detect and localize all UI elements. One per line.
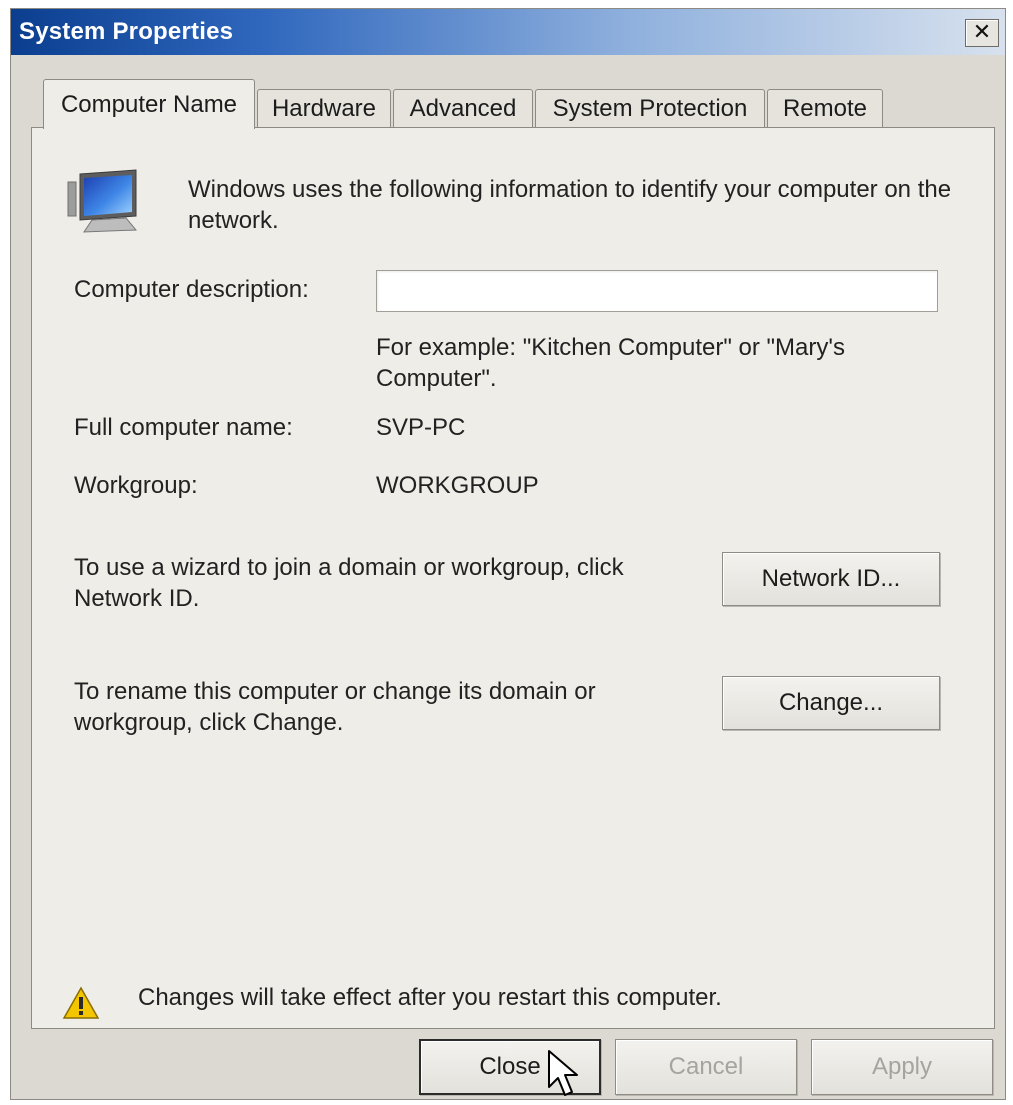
- system-properties-dialog: System Properties ✕ Computer Name Hardwa…: [10, 8, 1006, 1100]
- full-computer-name-value: SVP-PC: [376, 414, 466, 441]
- computer-description-label: Computer description:: [74, 276, 309, 303]
- network-id-instruction: To use a wizard to join a domain or work…: [74, 554, 624, 612]
- tab-advanced[interactable]: Advanced: [393, 89, 533, 127]
- computer-description-input[interactable]: [376, 270, 938, 312]
- close-icon: ✕: [972, 20, 992, 45]
- restart-warning-text: Changes will take effect after you resta…: [138, 984, 722, 1011]
- workgroup-value: WORKGROUP: [376, 472, 539, 499]
- apply-button[interactable]: Apply: [811, 1039, 993, 1095]
- title-bar[interactable]: System Properties ✕: [11, 9, 1005, 55]
- example-hint-text: For example: "Kitchen Computer" or "Mary…: [376, 334, 845, 392]
- tab-hardware[interactable]: Hardware: [257, 89, 391, 127]
- intro-text: Windows uses the following information t…: [188, 176, 952, 234]
- tab-system-protection[interactable]: System Protection: [535, 89, 765, 127]
- window-title: System Properties: [19, 18, 234, 45]
- workgroup-label: Workgroup:: [74, 472, 198, 499]
- computer-name-panel: Windows uses the following information t…: [31, 127, 995, 1029]
- tab-remote[interactable]: Remote: [767, 89, 883, 127]
- change-button[interactable]: Change...: [722, 676, 940, 730]
- full-computer-name-label: Full computer name:: [74, 414, 293, 441]
- network-id-button[interactable]: Network ID...: [722, 552, 940, 606]
- tab-computer-name[interactable]: Computer Name: [43, 79, 255, 129]
- rename-instruction: To rename this computer or change its do…: [74, 678, 596, 736]
- window-close-button[interactable]: ✕: [965, 19, 999, 47]
- mouse-pointer-icon: [548, 1050, 578, 1096]
- computer-monitor-icon: [67, 169, 138, 233]
- warning-icon: [62, 986, 100, 1019]
- cancel-button[interactable]: Cancel: [615, 1039, 797, 1095]
